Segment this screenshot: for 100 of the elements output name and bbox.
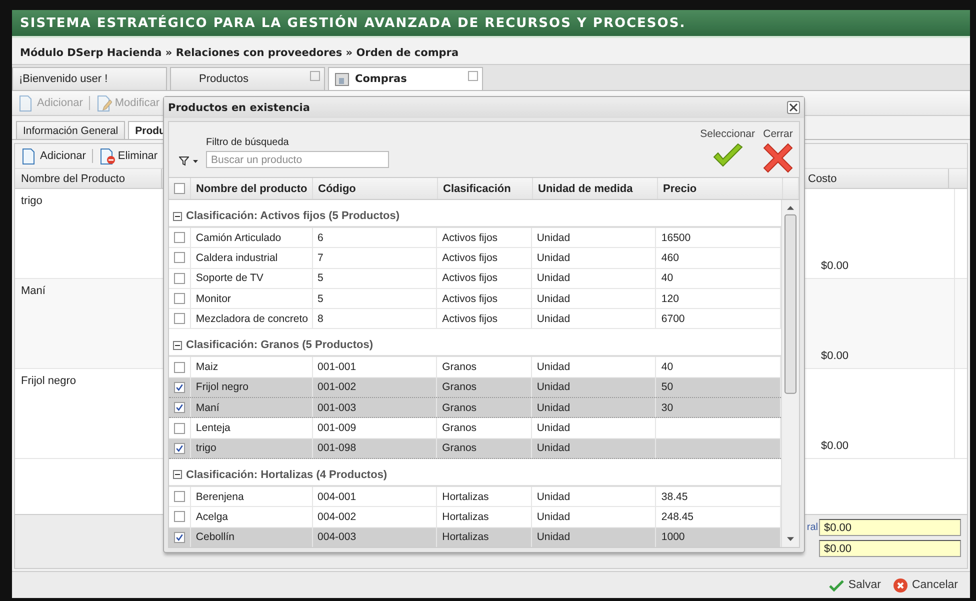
checkbox[interactable] (174, 382, 185, 393)
table-cell: $0.00 (815, 189, 955, 278)
table-row[interactable]: Frijol negro 001-002 Granos Unidad 50 (169, 378, 781, 398)
table-cell: Acelga (190, 507, 313, 527)
table-cell: 001-098 (312, 438, 438, 458)
filter-icon[interactable] (179, 156, 189, 166)
column-header[interactable]: Clasificación (438, 178, 533, 199)
close-icon[interactable] (468, 71, 478, 81)
table-cell: Unidad (532, 248, 656, 268)
table-cell: Activos fijos (437, 309, 532, 328)
collapse-icon[interactable] (173, 340, 182, 350)
cancel-icon (892, 578, 908, 592)
table-cell: Monitor (190, 288, 313, 308)
group-header[interactable]: Clasificación: Granos (5 Productos) (169, 329, 781, 358)
caret-icon[interactable] (193, 160, 198, 162)
field-label: Filtro de búsqueda (206, 137, 290, 148)
search-field[interactable]: Buscar un producto (206, 151, 389, 168)
table-cell: Unidad (532, 268, 656, 288)
group-header[interactable]: Clasificación: Hortalizas (4 Productos) (169, 458, 781, 487)
table-cell: Hortalizas (437, 507, 532, 527)
table-cell: Unidad (532, 486, 656, 506)
table-cell: Unidad (532, 398, 656, 418)
table-row[interactable]: Mezcladora de concreto 8 Activos fijos Unidad 6700 (169, 309, 781, 330)
checkbox[interactable] (174, 252, 185, 264)
checkbox[interactable] (174, 232, 185, 244)
tab[interactable]: Compras (328, 67, 483, 90)
table-cell-text: Maní (20, 284, 46, 299)
table-cell: Granos (437, 398, 532, 418)
group-header[interactable]: Clasificación: Activos fijos (5 Productos) (169, 200, 781, 228)
checkbox[interactable] (174, 402, 185, 414)
checkbox[interactable] (174, 532, 185, 543)
table-row[interactable]: trigo 001-098 Granos Unidad (169, 438, 781, 459)
app-title: SISTEMA ESTRATÉGICO PARA LA GESTIÓN AVANZADA DE RECURSOS Y PROCESOS. (12, 10, 970, 38)
collapse-icon[interactable] (173, 212, 182, 220)
table-cell: Unidad (532, 438, 656, 458)
table-cell: Frijol negro (190, 378, 313, 398)
tab[interactable]: Información General (16, 121, 126, 139)
checkbox[interactable] (174, 272, 185, 284)
table-row[interactable]: Cebollín 004-003 Hortalizas Unidad 1000 (169, 528, 781, 547)
total-field: $0.00 (819, 519, 961, 536)
column-header[interactable]: Precio (658, 178, 783, 199)
cancel-button[interactable]: Cancelar (892, 578, 958, 592)
table-cell: 5 (312, 268, 438, 288)
checkbox[interactable] (174, 422, 185, 434)
checkbox[interactable] (174, 183, 185, 194)
table-cell: 004-003 (312, 528, 438, 547)
checkbox[interactable] (174, 362, 185, 373)
table-cell: 001-003 (312, 398, 438, 418)
checkbox[interactable] (174, 313, 185, 324)
table-row[interactable]: Caldera industrial 7 Activos fijos Unidad 460 (169, 248, 781, 269)
select-button[interactable]: Seleccionar (700, 128, 755, 177)
table-cell: 001-001 (312, 357, 438, 377)
checkbox[interactable] (174, 511, 185, 522)
tab[interactable]: Productos (170, 67, 325, 90)
table-cell: Berenjena (190, 486, 313, 506)
table-row[interactable]: Maní 001-003 Granos Unidad 30 (169, 398, 781, 418)
table-cell: Activos fijos (437, 268, 532, 288)
total-label: ral (806, 522, 818, 533)
table-cell: Unidad (532, 378, 656, 398)
table-cell: Camión Articulado (190, 228, 313, 248)
column-header[interactable]: Nombre del producto (191, 178, 313, 199)
table-cell: Granos (437, 438, 532, 458)
table-cell: Caldera industrial (190, 248, 313, 268)
table-cell: 001-002 (312, 378, 438, 398)
table-cell: 5 (312, 288, 438, 308)
table-cell: Unidad (532, 507, 656, 527)
table-cell: Unidad (532, 228, 656, 248)
collapse-icon[interactable] (173, 470, 182, 480)
table-row[interactable]: Soporte de TV 5 Activos fijos Unidad 40 (169, 268, 781, 289)
table-row[interactable]: Monitor 5 Activos fijos Unidad 120 (169, 288, 781, 310)
table-cell: Soporte de TV (190, 268, 313, 288)
column-header[interactable]: Unidad de medida (533, 178, 658, 199)
table-cell: Unidad (532, 528, 656, 547)
close-button[interactable]: Cerrar (763, 128, 793, 177)
total-field: $0.00 (819, 540, 961, 557)
table-cell: Unidad (532, 309, 656, 328)
table-cell: 6 (312, 228, 438, 248)
close-icon[interactable] (310, 71, 320, 81)
table-cell: Hortalizas (437, 528, 532, 547)
toolbar-button[interactable]: Eliminar (98, 148, 158, 164)
table-cell: 004-002 (312, 507, 438, 527)
table-cell: Cebollín (190, 528, 313, 547)
toolbar-button[interactable]: Adicionar (21, 148, 86, 164)
table-cell: Granos (437, 418, 532, 438)
table-cell: Unidad (532, 357, 656, 377)
table-row[interactable]: Camión Articulado 6 Activos fijos Unidad 16500 (169, 228, 781, 248)
table-cell-text: trigo (20, 194, 44, 209)
table-cell: Granos (437, 357, 532, 377)
checkbox[interactable] (174, 442, 185, 454)
save-button[interactable]: Salvar (829, 578, 881, 592)
table-cell: Lenteja (190, 418, 313, 438)
checkbox[interactable] (174, 491, 185, 502)
checkbox[interactable] (174, 293, 185, 304)
column-header[interactable]: Código (313, 178, 438, 199)
table-cell: Activos fijos (437, 288, 532, 308)
table-cell: Activos fijos (437, 228, 532, 248)
scrollbar[interactable] (781, 200, 799, 547)
table-row[interactable]: Berenjena 004-001 Hortalizas Unidad 38.45 (169, 486, 781, 508)
tab[interactable]: ¡Bienvenido user ! (12, 67, 167, 90)
close-button[interactable] (787, 101, 800, 114)
